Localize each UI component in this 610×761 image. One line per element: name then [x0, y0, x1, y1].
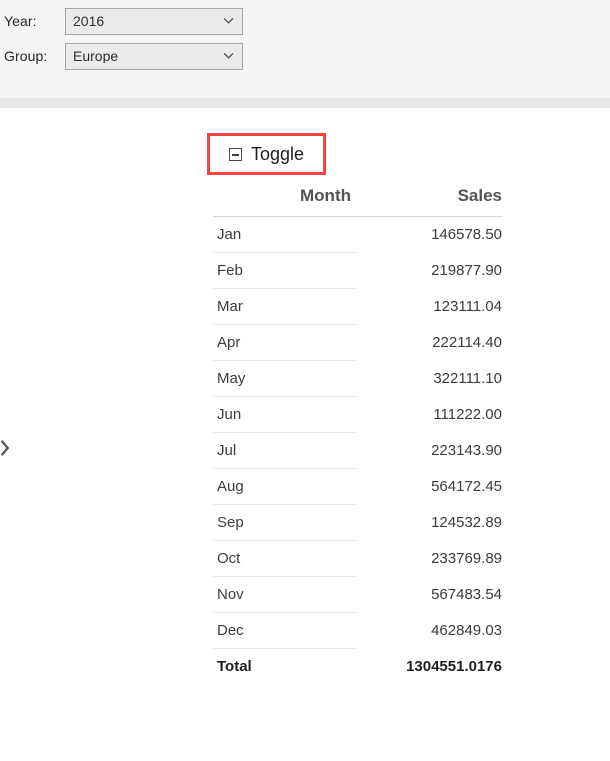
- toggle-label: Toggle: [251, 145, 304, 163]
- cell-month: Aug: [213, 469, 357, 505]
- cell-month: Apr: [213, 325, 357, 361]
- cell-sales: 222114.40: [357, 325, 503, 361]
- toolbar-separator: [0, 98, 610, 108]
- table-row: Feb219877.90: [213, 253, 503, 289]
- sales-matrix: Month Sales Jan146578.50Feb219877.90Mar1…: [213, 186, 503, 685]
- table-row: Apr222114.40: [213, 325, 503, 361]
- cell-month: Mar: [213, 289, 357, 325]
- chevron-right-icon: [1, 438, 10, 458]
- group-dropdown[interactable]: Europe: [65, 43, 243, 70]
- table-row: Aug564172.45: [213, 469, 503, 505]
- table-header-row: Month Sales: [213, 186, 503, 217]
- panel-expander-button[interactable]: [0, 435, 12, 461]
- table-row: Nov567483.54: [213, 577, 503, 613]
- sales-table: Month Sales Jan146578.50Feb219877.90Mar1…: [213, 186, 503, 685]
- year-dropdown[interactable]: 2016: [65, 8, 243, 35]
- table-row: Dec462849.03: [213, 613, 503, 649]
- year-filter-label: Year:: [4, 14, 65, 28]
- cell-month: Jul: [213, 433, 357, 469]
- table-row: Mar123111.04: [213, 289, 503, 325]
- table-header: Month Sales: [213, 186, 503, 217]
- cell-sales: 564172.45: [357, 469, 503, 505]
- cell-month: Oct: [213, 541, 357, 577]
- filter-row-year: Year: 2016: [4, 7, 243, 35]
- cell-sales: 462849.03: [357, 613, 503, 649]
- table-row: Jun111222.00: [213, 397, 503, 433]
- cell-month: Feb: [213, 253, 357, 289]
- table-row: Oct233769.89: [213, 541, 503, 577]
- cell-sales: 219877.90: [357, 253, 503, 289]
- column-header-month[interactable]: Month: [213, 186, 357, 217]
- cell-total-label: Total: [213, 649, 357, 685]
- cell-month: Nov: [213, 577, 357, 613]
- table-row: Jul223143.90: [213, 433, 503, 469]
- column-header-sales[interactable]: Sales: [357, 186, 503, 217]
- table-row: Jan146578.50: [213, 217, 503, 253]
- cell-sales: 233769.89: [357, 541, 503, 577]
- cell-month: Sep: [213, 505, 357, 541]
- cell-sales: 567483.54: [357, 577, 503, 613]
- toggle-content: Toggle: [229, 145, 304, 163]
- cell-sales: 123111.04: [357, 289, 503, 325]
- cell-total-sales: 1304551.0176: [357, 649, 503, 685]
- cell-month: Dec: [213, 613, 357, 649]
- cell-sales: 124532.89: [357, 505, 503, 541]
- year-dropdown-value: 2016: [66, 14, 104, 28]
- filter-toolbar: Year: 2016 Group: Europe: [0, 0, 610, 98]
- chevron-down-icon: [223, 15, 234, 26]
- cell-sales: 111222.00: [357, 397, 503, 433]
- cell-sales: 322111.10: [357, 361, 503, 397]
- table-row: Sep124532.89: [213, 505, 503, 541]
- cell-sales: 146578.50: [357, 217, 503, 253]
- table-total-row: Total1304551.0176: [213, 649, 503, 685]
- cell-month: Jun: [213, 397, 357, 433]
- chevron-down-icon: [223, 50, 234, 61]
- group-filter-label: Group:: [4, 49, 65, 63]
- group-dropdown-value: Europe: [66, 49, 118, 63]
- cell-month: Jan: [213, 217, 357, 253]
- cell-sales: 223143.90: [357, 433, 503, 469]
- cell-month: May: [213, 361, 357, 397]
- toggle-button[interactable]: Toggle: [207, 133, 326, 175]
- report-viewer: Year: 2016 Group: Europe: [0, 0, 610, 761]
- filter-row-group: Group: Europe: [4, 42, 243, 70]
- table-row: May322111.10: [213, 361, 503, 397]
- minus-box-icon: [229, 148, 242, 161]
- table-body: Jan146578.50Feb219877.90Mar123111.04Apr2…: [213, 217, 503, 685]
